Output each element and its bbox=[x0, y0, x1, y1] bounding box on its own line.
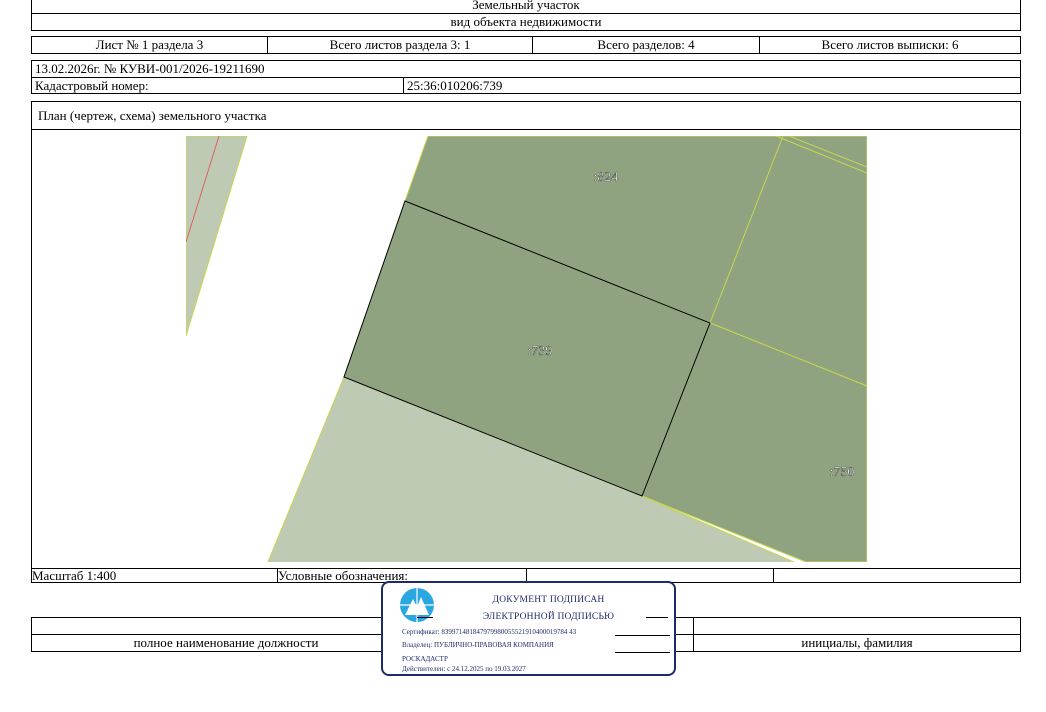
cadastral-number-value: 25:36:010206:739 bbox=[403, 77, 1021, 94]
sheet-info-row: Лист № 1 раздела 3 Всего листов раздела … bbox=[31, 36, 1021, 54]
stamp-separator-4 bbox=[615, 652, 670, 653]
document-date-number: 13.02.2026г. № КУВИ-001/2026-19211690 bbox=[31, 60, 1021, 78]
total-sections: Всего разделов: 4 bbox=[532, 36, 760, 54]
stamp-validity: Действителен: с 24.12.2025 по 19.03.2027 bbox=[402, 665, 526, 673]
stamp-separator-2 bbox=[646, 617, 668, 618]
stamp-owner-2: РОСКАДАСТР bbox=[402, 655, 448, 663]
total-sheets-section: Всего листов раздела 3: 1 bbox=[267, 36, 533, 54]
stamp-owner-1: Владелец: ПУБЛИЧНО-ПРАВОВАЯ КОМПАНИЯ bbox=[402, 641, 554, 649]
stamp-separator-3 bbox=[615, 635, 670, 636]
electronic-signature-stamp: ДОКУМЕНТ ПОДПИСАН ЭЛЕКТРОННОЙ ПОДПИСЬЮ С… bbox=[381, 581, 676, 676]
object-type-caption: вид объекта недвижимости bbox=[31, 13, 1021, 31]
position-caption: полное наименование должности bbox=[31, 634, 421, 652]
stamp-line-1: ДОКУМЕНТ ПОДПИСАН bbox=[492, 595, 605, 605]
parcel-label-824: :824 bbox=[594, 170, 619, 185]
initials-caption: инициалы, фамилия bbox=[693, 634, 1021, 652]
total-sheets-extract: Всего листов выписки: 6 bbox=[759, 36, 1021, 54]
parcel-label-739: :739 bbox=[528, 344, 553, 359]
cadastral-number-label: Кадастровый номер: bbox=[31, 77, 404, 94]
scale-label: Масштаб 1:400 bbox=[31, 568, 278, 583]
legend-cell-3 bbox=[773, 568, 1021, 583]
stamp-separator-1 bbox=[417, 617, 433, 618]
initials-field bbox=[693, 617, 1021, 635]
plan-title: План (чертеж, схема) земельного участка bbox=[31, 101, 1021, 130]
neighbor-strip-left bbox=[186, 136, 248, 337]
cadastral-plan-map: :824 :739 :750 bbox=[186, 136, 867, 562]
object-type-value: Земельный участок bbox=[31, 0, 1021, 14]
parcel-label-750: :750 bbox=[830, 465, 855, 480]
stamp-certificate: Сертификат: 8399714818479799800555219104… bbox=[402, 628, 577, 636]
sheet-number: Лист № 1 раздела 3 bbox=[31, 36, 268, 54]
